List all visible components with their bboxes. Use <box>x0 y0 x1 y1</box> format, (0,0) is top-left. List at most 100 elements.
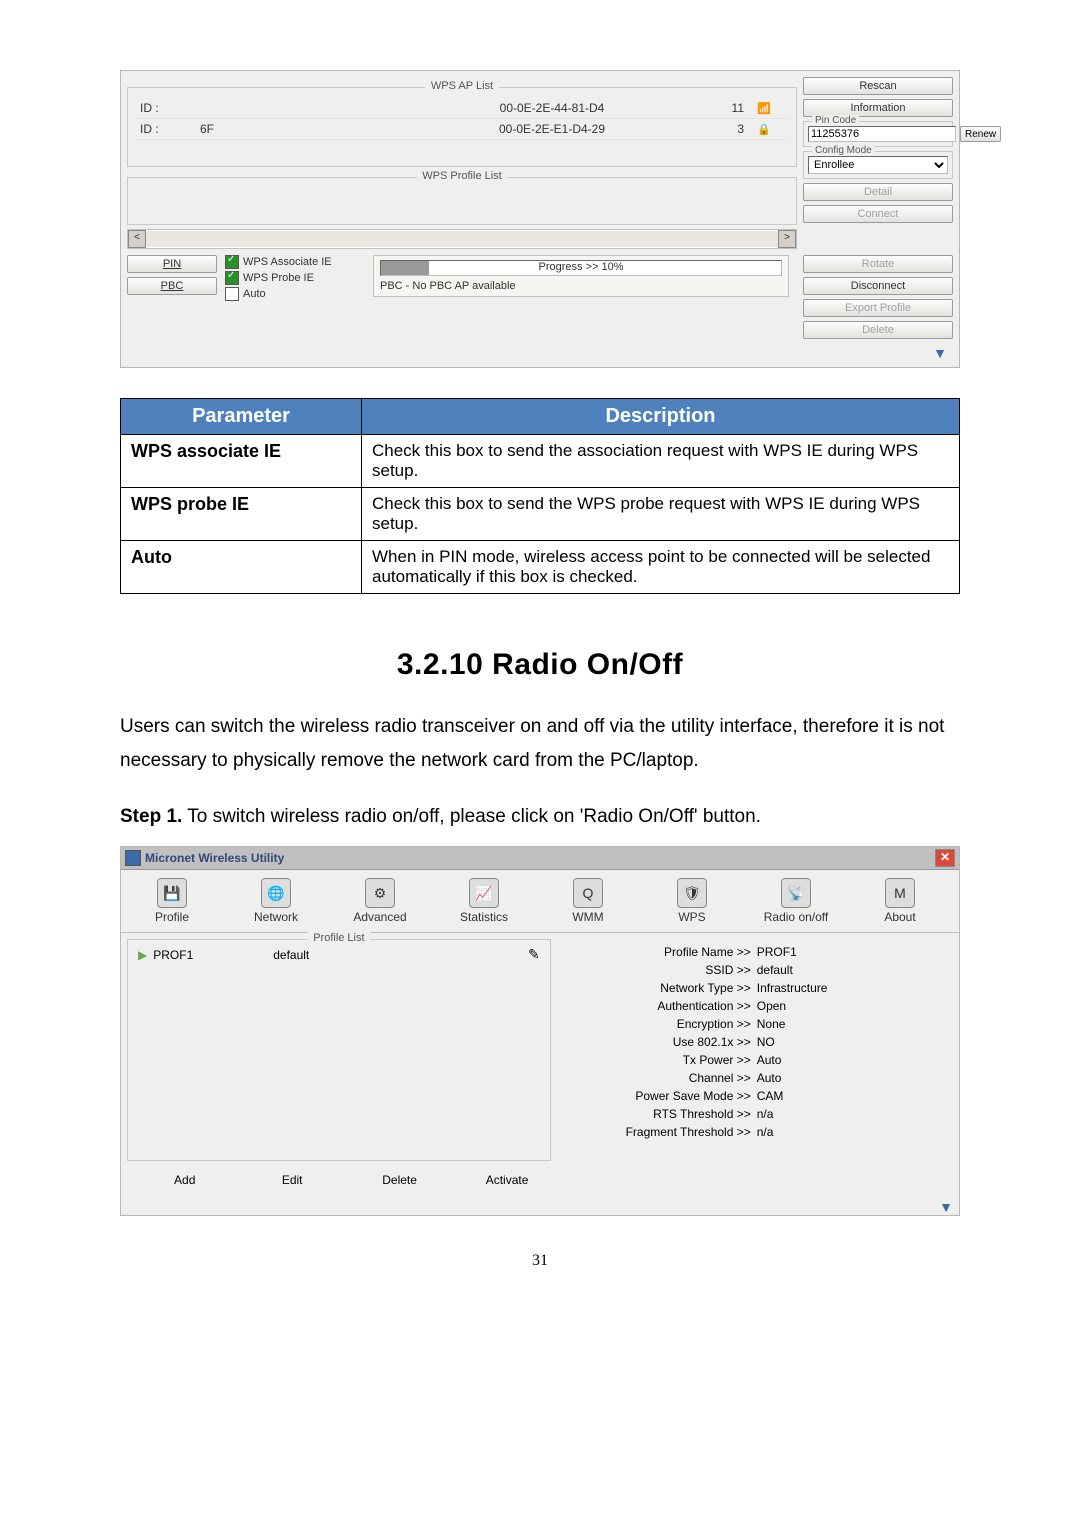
status-text: PBC - No PBC AP available <box>380 280 782 292</box>
table-row[interactable]: ID : 6F 00-0E-2E-E1-D4-29 3 <box>136 119 788 140</box>
action-row: Add Edit Delete Activate <box>121 1167 557 1197</box>
pbc-button[interactable]: PBC <box>127 277 217 295</box>
renew-button[interactable]: Renew <box>960 126 1001 142</box>
pin-code-input[interactable] <box>808 126 956 142</box>
config-mode-title: Config Mode <box>812 145 875 156</box>
checkbox-checked-icon <box>225 271 239 285</box>
detail-value: Infrastructure <box>757 981 828 995</box>
detail-label: Power Save Mode >> <box>561 1089 757 1103</box>
detail-label: SSID >> <box>561 963 757 977</box>
detail-value: CAM <box>757 1089 784 1103</box>
profile-list-title: Profile List <box>307 932 370 944</box>
detail-label: Fragment Threshold >> <box>561 1125 757 1139</box>
detail-label: Tx Power >> <box>561 1053 757 1067</box>
param-name: WPS associate IE <box>121 435 362 488</box>
tab-about[interactable]: MAbout <box>861 878 939 924</box>
table-header-description: Description <box>362 399 960 435</box>
detail-value: Auto <box>757 1071 782 1085</box>
wps-icon: 🛡 <box>677 878 707 908</box>
detail-label: Use 802.1x >> <box>561 1035 757 1049</box>
tab-wps[interactable]: 🛡WPS <box>653 878 731 924</box>
auto-checkbox[interactable]: Auto <box>225 287 365 301</box>
tab-network[interactable]: 🌐Network <box>237 878 315 924</box>
id-label: ID : <box>140 122 200 136</box>
app-icon <box>125 850 141 866</box>
wps-profile-list-group: WPS Profile List <box>127 177 797 225</box>
config-mode-select[interactable]: Enrollee <box>808 156 948 174</box>
ap-mac: 00-0E-2E-E1-D4-29 <box>400 122 704 136</box>
ap-channel: 11 <box>704 101 744 115</box>
tab-wmm[interactable]: QWMM <box>549 878 627 924</box>
scroll-track[interactable] <box>146 231 778 247</box>
wps-ap-list-group: WPS AP List ID : 00-0E-2E-44-81-D4 11 ID… <box>127 87 797 167</box>
wmm-icon: Q <box>573 878 603 908</box>
detail-value: Open <box>757 999 786 1013</box>
detail-label: Profile Name >> <box>561 945 757 959</box>
profile-detail: Profile Name >>PROF1 SSID >>default Netw… <box>557 933 959 1197</box>
checkbox-empty-icon <box>225 287 239 301</box>
wps-profile-list-title: WPS Profile List <box>416 170 507 182</box>
about-icon: M <box>885 878 915 908</box>
connect-button[interactable]: Connect <box>803 205 953 223</box>
radio-icon: 📡 <box>781 878 811 908</box>
expand-arrow-icon[interactable]: ▼ <box>127 343 953 361</box>
detail-button[interactable]: Detail <box>803 183 953 201</box>
param-description: Check this box to send the WPS probe req… <box>362 488 960 541</box>
signal-icon <box>744 101 784 115</box>
expand-arrow-icon[interactable]: ▼ <box>121 1197 959 1215</box>
delete-profile-button[interactable]: Delete <box>366 1173 433 1187</box>
disconnect-button[interactable]: Disconnect <box>803 277 953 295</box>
add-button[interactable]: Add <box>151 1173 218 1187</box>
export-profile-button[interactable]: Export Profile <box>803 299 953 317</box>
list-item[interactable]: ▶ PROF1 default <box>128 940 550 969</box>
detail-value: default <box>757 963 793 977</box>
config-mode-group: Config Mode Enrollee <box>803 151 953 179</box>
detail-value: n/a <box>757 1107 774 1121</box>
step-text: Step 1. To switch wireless radio on/off,… <box>120 806 960 828</box>
ap-channel: 3 <box>704 122 744 136</box>
rescan-button[interactable]: Rescan <box>803 77 953 95</box>
param-name: Auto <box>121 541 362 594</box>
ap-mac: 00-0E-2E-44-81-D4 <box>400 101 704 115</box>
utility-panel: Micronet Wireless Utility ✕ 💾Profile 🌐Ne… <box>120 846 960 1216</box>
pin-button[interactable]: PIN <box>127 255 217 273</box>
wps-probe-checkbox[interactable]: WPS Probe IE <box>225 271 365 285</box>
tab-profile[interactable]: 💾Profile <box>133 878 211 924</box>
body-paragraph: Users can switch the wireless radio tran… <box>120 710 960 778</box>
active-indicator-icon: ▶ <box>138 948 147 962</box>
gear-icon: ⚙ <box>365 878 395 908</box>
detail-value: PROF1 <box>757 945 797 959</box>
scroll-right-button[interactable]: > <box>778 230 796 248</box>
rotate-button[interactable]: Rotate <box>803 255 953 273</box>
tab-statistics[interactable]: 📈Statistics <box>445 878 523 924</box>
profile-ssid: default <box>273 948 413 962</box>
table-header-parameter: Parameter <box>121 399 362 435</box>
table-row: WPS probe IE Check this box to send the … <box>121 488 960 541</box>
titlebar[interactable]: Micronet Wireless Utility ✕ <box>121 847 959 870</box>
wps-associate-checkbox[interactable]: WPS Associate IE <box>225 255 365 269</box>
detail-value: NO <box>757 1035 775 1049</box>
progress-bar: Progress >> 10% <box>380 260 782 276</box>
tab-advanced[interactable]: ⚙Advanced <box>341 878 419 924</box>
detail-value: Auto <box>757 1053 782 1067</box>
delete-button[interactable]: Delete <box>803 321 953 339</box>
lock-icon <box>744 122 784 136</box>
wps-panel: WPS AP List ID : 00-0E-2E-44-81-D4 11 ID… <box>120 70 960 368</box>
param-description: When in PIN mode, wireless access point … <box>362 541 960 594</box>
progress-area: Progress >> 10% PBC - No PBC AP availabl… <box>373 255 789 297</box>
ap-rate: 6F <box>200 122 400 136</box>
parameter-table: Parameter Description WPS associate IE C… <box>120 398 960 594</box>
tab-radio[interactable]: 📡Radio on/off <box>757 878 835 924</box>
close-icon[interactable]: ✕ <box>935 849 955 867</box>
tab-row: 💾Profile 🌐Network ⚙Advanced 📈Statistics … <box>121 870 959 933</box>
scroll-left-button[interactable]: < <box>128 230 146 248</box>
window-title: Micronet Wireless Utility <box>145 851 284 865</box>
horizontal-scrollbar[interactable]: < > <box>127 229 797 249</box>
page-number: 31 <box>120 1252 960 1270</box>
table-row[interactable]: ID : 00-0E-2E-44-81-D4 11 <box>136 98 788 119</box>
param-name: WPS probe IE <box>121 488 362 541</box>
profile-list-group: Profile List ▶ PROF1 default <box>127 939 551 1161</box>
profile-icon: 💾 <box>157 878 187 908</box>
edit-button[interactable]: Edit <box>258 1173 325 1187</box>
activate-button[interactable]: Activate <box>473 1173 540 1187</box>
